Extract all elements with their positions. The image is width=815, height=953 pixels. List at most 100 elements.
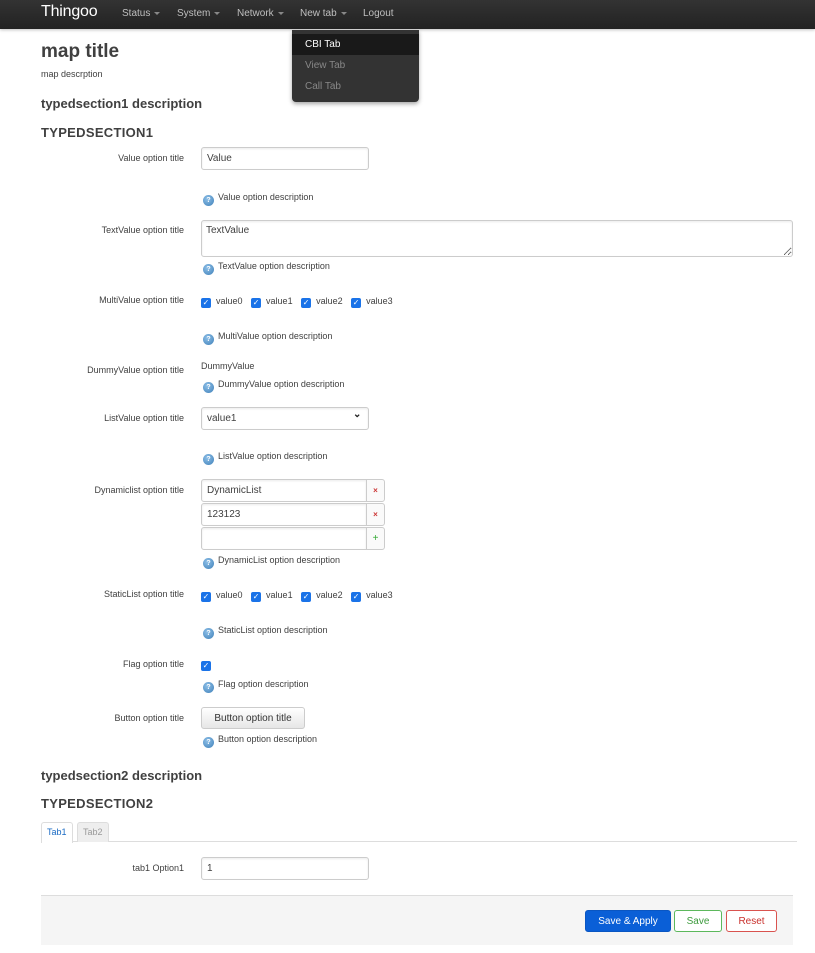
choice-label: value3 [366, 590, 393, 600]
checkbox-checked-icon[interactable]: ✓ [301, 592, 312, 602]
staticlist-checkbox-group: ✓ value0 ✓ value1 ✓ value2 ✓ value3 [201, 590, 399, 602]
textvalue-option-textarea[interactable]: TextValue [201, 220, 793, 257]
dropdown-item-view-tab[interactable]: View Tab [292, 55, 419, 76]
checkbox-checked-icon[interactable]: ✓ [301, 298, 312, 308]
button-option-description: ? Button option description [203, 734, 317, 748]
tab-tab2[interactable]: Tab2 [77, 822, 109, 842]
section2-tabs: Tab1 Tab2 [41, 822, 797, 843]
brand-logo[interactable]: Thingoo [41, 3, 98, 21]
listvalue-option-description: ? ListValue option description [203, 451, 327, 465]
nav-new-tab[interactable]: New tab [300, 8, 347, 19]
dynamiclist-item-input[interactable] [201, 479, 367, 502]
help-icon: ? [203, 334, 214, 345]
flag-option-label: Flag option title [122, 659, 184, 669]
nav-system[interactable]: System [177, 8, 221, 19]
section1-description: typedsection1 description [41, 96, 203, 111]
dynamiclist-row: + [201, 527, 385, 550]
multivalue-choice[interactable]: ✓ value2 [301, 296, 343, 308]
textvalue-option-description: ? TextValue option description [203, 261, 330, 275]
dynamiclist-option-label: Dynamiclist option title [94, 485, 184, 495]
choice-label: value2 [316, 296, 343, 306]
flag-option-description-text: Flag option description [218, 679, 309, 689]
choice-label: value1 [266, 590, 293, 600]
option-button[interactable]: Button option title [201, 707, 305, 729]
value-option-input[interactable] [201, 147, 369, 170]
help-icon: ? [203, 682, 214, 693]
checkbox-checked-icon[interactable]: ✓ [251, 298, 262, 308]
multivalue-choice[interactable]: ✓ value3 [351, 296, 393, 308]
dynamiclist-item-input[interactable] [201, 503, 367, 526]
dummyvalue-option-label: DummyValue option title [87, 365, 184, 375]
value-option-description-text: Value option description [218, 192, 314, 202]
dropdown-item-cbi-tab[interactable]: CBI Tab [292, 34, 419, 55]
listvalue-select[interactable]: value1 [201, 407, 369, 430]
nav-network-label: Network [237, 8, 274, 19]
save-apply-button[interactable]: Save & Apply [585, 910, 671, 932]
dummyvalue-text: DummyValue [201, 361, 255, 371]
remove-icon[interactable]: × [366, 479, 385, 502]
top-navbar: Thingoo Status System Network New tab Lo… [0, 0, 815, 29]
help-icon: ? [203, 558, 214, 569]
help-icon: ? [203, 195, 214, 206]
tab-tab1[interactable]: Tab1 [41, 822, 73, 843]
checkbox-checked-icon[interactable]: ✓ [201, 298, 211, 308]
choice-label: value2 [316, 590, 343, 600]
remove-icon[interactable]: × [366, 503, 385, 526]
multivalue-option-description-text: MultiValue option description [218, 331, 333, 341]
new-tab-dropdown-menu: CBI Tab View Tab Call Tab [292, 30, 419, 102]
page-description: map descrption [41, 69, 103, 79]
checkbox-checked-icon[interactable]: ✓ [251, 592, 262, 602]
dummyvalue-option-description-text: DummyValue option description [218, 379, 345, 389]
dropdown-item-call-tab[interactable]: Call Tab [292, 76, 419, 97]
tab1-option1-label: tab1 Option1 [132, 863, 184, 873]
checkbox-checked-icon[interactable]: ✓ [201, 592, 211, 602]
listvalue-option-description-text: ListValue option description [218, 451, 328, 461]
dynamiclist-row: × [201, 479, 385, 502]
dynamiclist-row: × [201, 503, 385, 526]
nav-new-tab-label: New tab [300, 8, 337, 19]
multivalue-choice[interactable]: ✓ value1 [251, 296, 293, 308]
nav-status[interactable]: Status [122, 8, 161, 19]
help-icon: ? [203, 382, 214, 393]
nav-logout[interactable]: Logout [363, 8, 394, 19]
dynamiclist-new-input[interactable] [201, 527, 367, 550]
multivalue-checkbox-group: ✓ value0 ✓ value1 ✓ value2 ✓ value3 [201, 296, 399, 308]
choice-label: value0 [216, 296, 243, 306]
staticlist-option-description: ? StaticList option description [203, 625, 328, 639]
reset-button[interactable]: Reset [726, 910, 777, 932]
nav-network[interactable]: Network [237, 8, 284, 19]
value-option-label: Value option title [118, 153, 184, 163]
checkbox-checked-icon[interactable]: ✓ [351, 298, 362, 308]
button-option-description-text: Button option description [218, 734, 318, 744]
flag-checkbox[interactable]: ✓ [201, 659, 216, 671]
staticlist-option-label: StaticList option title [103, 589, 184, 599]
choice-label: value0 [216, 590, 243, 600]
page-title: map title [41, 41, 120, 62]
section1-title: TYPEDSECTION1 [41, 125, 154, 140]
add-icon[interactable]: + [366, 527, 385, 550]
caret-down-icon [154, 11, 161, 15]
checkbox-checked-icon[interactable]: ✓ [351, 592, 362, 602]
caret-down-icon [277, 11, 284, 15]
nav-status-label: Status [122, 8, 151, 19]
save-button[interactable]: Save [674, 910, 722, 932]
staticlist-choice[interactable]: ✓ value2 [301, 590, 343, 602]
multivalue-option-label: MultiValue option title [99, 295, 184, 305]
staticlist-choice[interactable]: ✓ value0 [201, 590, 243, 602]
staticlist-choice[interactable]: ✓ value1 [251, 590, 293, 602]
dummyvalue-option-description: ? DummyValue option description [203, 379, 344, 393]
nav-logout-label: Logout [363, 8, 394, 19]
listvalue-option-label: ListValue option title [104, 413, 184, 423]
textvalue-option-description-text: TextValue option description [218, 261, 330, 271]
multivalue-choice[interactable]: ✓ value0 [201, 296, 243, 308]
staticlist-choice[interactable]: ✓ value3 [351, 590, 393, 602]
textvalue-option-label: TextValue option title [101, 225, 184, 235]
tab1-option1-input[interactable] [201, 857, 369, 880]
value-option-description: ? Value option description [203, 192, 313, 206]
section2-title: TYPEDSECTION2 [41, 796, 154, 811]
nav-system-label: System [177, 8, 211, 19]
multivalue-option-description: ? MultiValue option description [203, 331, 332, 345]
help-icon: ? [203, 628, 214, 639]
choice-label: value1 [266, 296, 293, 306]
checkbox-checked-icon[interactable]: ✓ [201, 661, 211, 671]
